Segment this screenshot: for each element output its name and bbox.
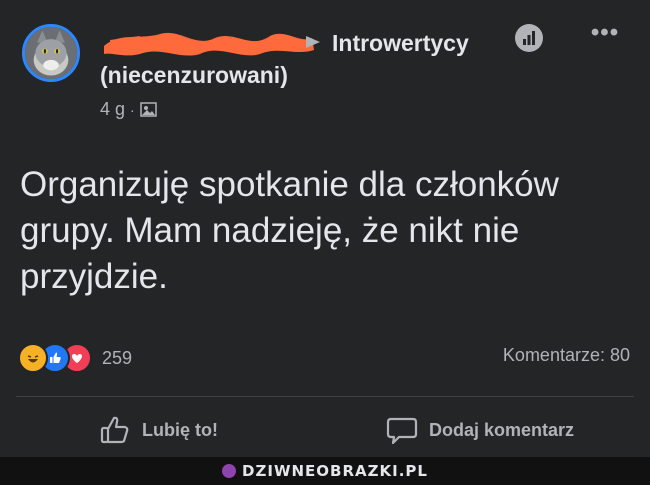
avatar[interactable] xyxy=(22,24,80,82)
watermark-logo-icon xyxy=(222,464,237,478)
action-divider xyxy=(16,396,634,397)
like-button-label: Lubię to! xyxy=(142,419,218,440)
reaction-count: 259 xyxy=(102,347,133,368)
reactions-summary[interactable]: 259 xyxy=(18,343,132,373)
redacted-author-name xyxy=(100,26,328,60)
group-name-link[interactable]: Introwertycy xyxy=(332,30,469,57)
comment-bubble-icon xyxy=(386,417,418,445)
comment-button[interactable]: Dodaj komentarz xyxy=(385,412,574,448)
site-watermark: DZIWNEOBRAZKI.PL xyxy=(0,457,650,485)
post-card: Introwertycy (niecenzurowani) 4 g · ••• … xyxy=(0,0,650,457)
post-timestamp[interactable]: 4 g xyxy=(100,99,125,120)
more-options-button[interactable]: ••• xyxy=(585,21,625,46)
insights-icon[interactable] xyxy=(515,24,543,52)
meta-separator: · xyxy=(130,101,135,118)
thumbs-up-icon xyxy=(100,416,129,444)
watermark-text: DZIWNEOBRAZKI.PL xyxy=(242,462,428,480)
haha-icon xyxy=(18,343,48,373)
group-name-subtitle[interactable]: (niecenzurowani) xyxy=(100,62,288,89)
comments-count-link[interactable]: Komentarze: 80 xyxy=(503,345,630,366)
post-text: Organizuję spotkanie dla członków grupy.… xyxy=(20,165,559,296)
arrow-right-icon xyxy=(306,36,320,48)
like-button[interactable]: Lubię to! xyxy=(98,412,218,448)
comment-button-label: Dodaj komentarz xyxy=(429,419,575,440)
group-audience-icon xyxy=(139,102,157,117)
post-meta: 4 g · xyxy=(100,99,157,120)
cat-avatar-image xyxy=(25,27,77,79)
